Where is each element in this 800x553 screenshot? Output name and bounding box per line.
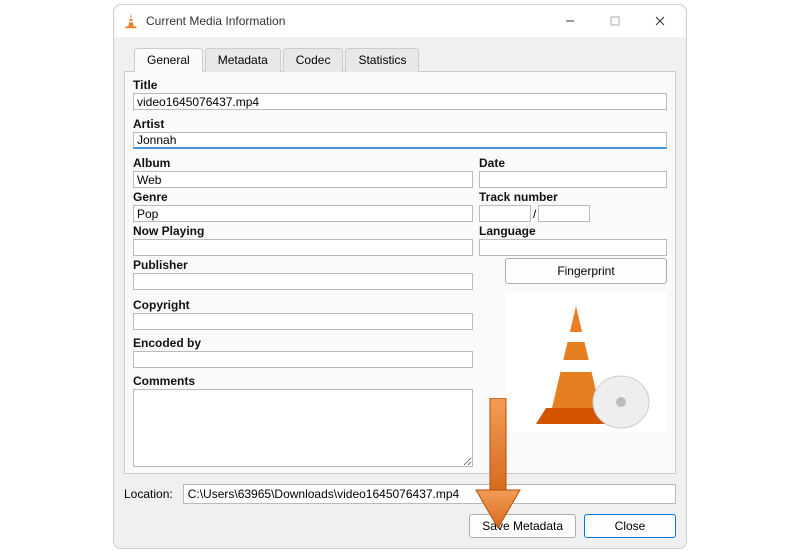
now-playing-input[interactable] xyxy=(133,239,473,256)
artist-input[interactable] xyxy=(133,132,667,149)
location-input[interactable] xyxy=(183,484,676,504)
track-number-input[interactable] xyxy=(479,205,531,222)
genre-label: Genre xyxy=(133,190,473,205)
copyright-input[interactable] xyxy=(133,313,473,330)
comments-label: Comments xyxy=(133,374,473,389)
date-input[interactable] xyxy=(479,171,667,188)
close-button[interactable]: Close xyxy=(584,514,676,538)
genre-input[interactable] xyxy=(133,205,473,222)
tab-strip: General Metadata Codec Statistics xyxy=(124,41,676,72)
minimize-button[interactable] xyxy=(547,6,592,36)
copyright-label: Copyright xyxy=(133,298,473,313)
media-info-window: Current Media Information General Metada… xyxy=(113,4,687,549)
language-label: Language xyxy=(479,224,667,239)
general-panel: Title Artist Album Date Genre Track numb… xyxy=(124,72,676,474)
artist-label: Artist xyxy=(133,117,667,132)
track-total-input[interactable] xyxy=(538,205,590,222)
track-number-label: Track number xyxy=(479,190,667,205)
publisher-input[interactable] xyxy=(133,273,473,290)
location-label: Location: xyxy=(124,487,177,501)
save-metadata-button[interactable]: Save Metadata xyxy=(469,514,576,538)
comments-input[interactable] xyxy=(133,389,473,467)
album-art-placeholder xyxy=(505,292,667,432)
encoded-by-input[interactable] xyxy=(133,351,473,368)
window-title: Current Media Information xyxy=(146,14,547,28)
track-separator: / xyxy=(533,207,536,221)
tab-general[interactable]: General xyxy=(134,48,203,72)
tab-statistics[interactable]: Statistics xyxy=(345,48,419,72)
titlebar: Current Media Information xyxy=(114,5,686,37)
title-label: Title xyxy=(133,78,667,93)
maximize-button[interactable] xyxy=(592,6,637,36)
footer-buttons: Save Metadata Close xyxy=(114,508,686,548)
vlc-cone-icon xyxy=(122,12,140,30)
tab-metadata[interactable]: Metadata xyxy=(205,48,281,72)
date-label: Date xyxy=(479,156,667,171)
now-playing-label: Now Playing xyxy=(133,224,473,239)
tab-codec[interactable]: Codec xyxy=(283,48,344,72)
title-input[interactable] xyxy=(133,93,667,110)
encoded-by-label: Encoded by xyxy=(133,336,473,351)
album-label: Album xyxy=(133,156,473,171)
publisher-label: Publisher xyxy=(133,258,473,273)
album-input[interactable] xyxy=(133,171,473,188)
location-row: Location: xyxy=(114,480,686,508)
language-input[interactable] xyxy=(479,239,667,256)
fingerprint-button[interactable]: Fingerprint xyxy=(505,258,667,284)
right-column: Fingerprint xyxy=(505,258,667,432)
close-window-button[interactable] xyxy=(637,6,682,36)
